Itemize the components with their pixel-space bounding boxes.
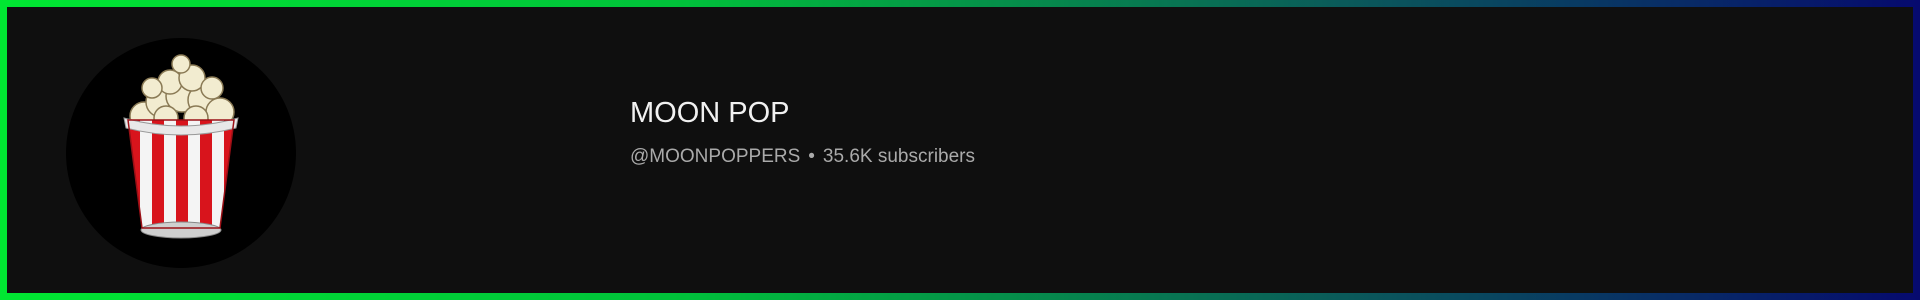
channel-banner-frame: MOON POP @MOONPOPPERS • 35.6K subscribers (0, 0, 1920, 300)
meta-separator: • (808, 146, 815, 167)
subscriber-count: 35.6K subscribers (822, 146, 975, 167)
popcorn-bucket-icon (123, 54, 239, 239)
channel-info: MOON POP @MOONPOPPERS • 35.6K subscribers (630, 95, 975, 169)
channel-handle[interactable]: @MOONPOPPERS (630, 146, 800, 167)
channel-meta: @MOONPOPPERS • 35.6K subscribers (630, 145, 975, 169)
channel-name[interactable]: MOON POP (630, 95, 975, 131)
channel-header: MOON POP @MOONPOPPERS • 35.6K subscribers (7, 7, 1913, 293)
channel-avatar[interactable] (66, 38, 296, 268)
